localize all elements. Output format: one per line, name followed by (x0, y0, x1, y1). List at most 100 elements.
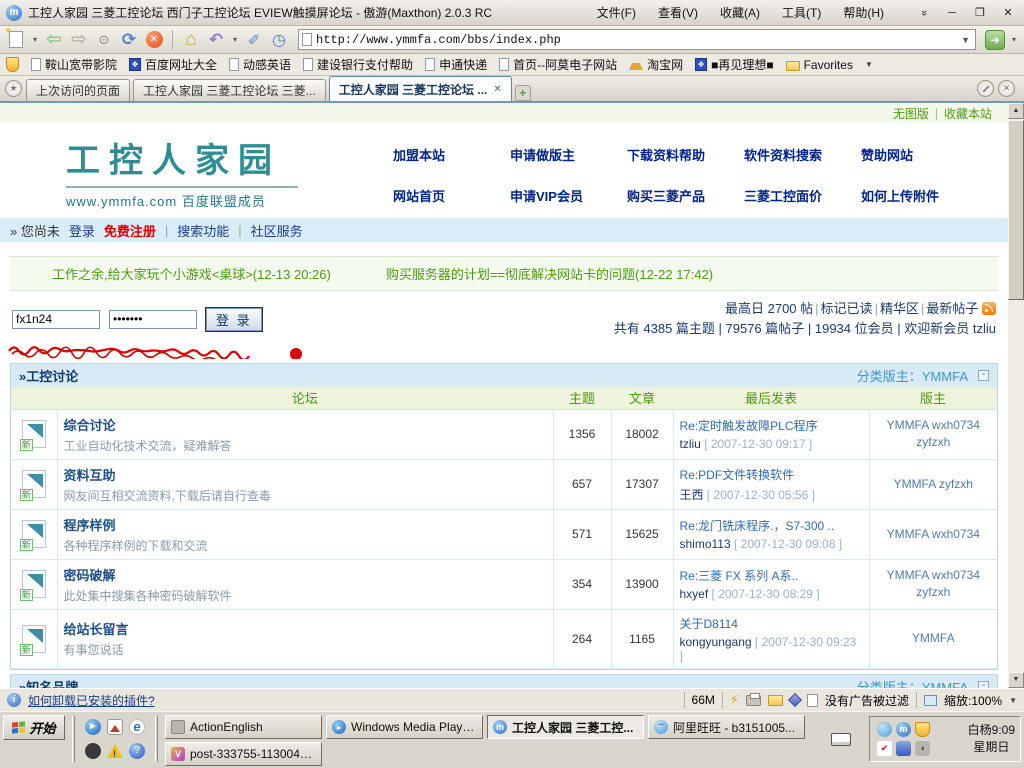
network-tray-icon[interactable] (896, 741, 911, 756)
messenger-quick-icon[interactable] (85, 743, 101, 759)
browser-tab[interactable]: 上次访问的页面 ✕ (26, 79, 130, 101)
close-tabs-icon[interactable]: ✕ (998, 80, 1015, 97)
zoom-icon[interactable] (924, 695, 937, 706)
history-dropdown-icon[interactable]: ⊙ (94, 29, 114, 51)
last-post-author[interactable]: 王西 (680, 488, 704, 502)
newest-member-link[interactable]: tzliu (973, 321, 996, 336)
search-function-link[interactable]: 搜索功能 (177, 221, 229, 240)
favorites-bar-item[interactable]: 鞍山宽带影院 (31, 56, 117, 73)
vertical-scrollbar[interactable]: ▲ ▼ (1008, 103, 1024, 688)
login-button[interactable]: 登 录 (206, 308, 262, 331)
refresh-icon[interactable]: ⟳ (119, 29, 139, 51)
forum-moderators[interactable]: YMMFA zyfzxh (869, 459, 997, 509)
plugin-diamond-icon[interactable] (788, 693, 802, 707)
tab-close-icon[interactable]: ✕ (493, 84, 501, 95)
minimize-button[interactable]: ─ (942, 5, 962, 21)
forum-link[interactable]: 资料互助 (64, 468, 116, 483)
taskbar-task-button[interactable]: Windows Media Playe... (326, 715, 483, 739)
stop-icon[interactable]: ✕ (144, 29, 164, 51)
scheduler-tray-icon[interactable]: ✔ (877, 741, 892, 756)
favorites-bar-item[interactable]: 百度网址大全 (129, 56, 217, 73)
last-post-link[interactable]: Re:定时触发故障PLC程序 (680, 417, 863, 434)
forum-link[interactable]: 程序样例 (64, 518, 116, 533)
menu-item[interactable]: 收藏(A) (720, 4, 760, 21)
favorites-star-icon[interactable]: ★ (5, 80, 22, 97)
help-quick-icon[interactable]: ? (129, 743, 145, 759)
taskbar-clock[interactable]: 白杨9:09 星期日 (968, 722, 1015, 756)
site-logo[interactable]: 工控人家园 www.ymmfa.com 百度联盟成员 (66, 133, 298, 210)
header-nav-link[interactable]: 购买三菱产品 (627, 186, 744, 205)
menu-item[interactable]: 工具(T) (782, 4, 821, 21)
maxthon-tray-icon[interactable]: m (896, 722, 911, 737)
header-nav-link[interactable]: 三菱工控面价 (744, 186, 861, 205)
zoom-dropdown-icon[interactable]: ▼ (1009, 696, 1017, 705)
close-button[interactable]: ✕ (998, 5, 1018, 21)
taskbar-task-button[interactable]: ActionEnglish (165, 715, 322, 739)
taskbar-task-button[interactable]: post-333755-1130040... (165, 742, 322, 766)
forum-link[interactable]: 给站长留言 (64, 622, 129, 637)
media-player-quick-icon[interactable]: ► (85, 719, 101, 735)
browser-tab[interactable]: 工控人家园 三菱工控论坛 三菱... ✕ (133, 79, 326, 101)
last-post-author[interactable]: tzliu (680, 437, 701, 451)
forum-moderators[interactable]: YMMFA wxh0734 zyfzxh (869, 559, 997, 609)
start-button[interactable]: 开始 (3, 715, 65, 740)
last-post-author[interactable]: kongyungang (680, 635, 752, 649)
no-image-version-link[interactable]: 无图版 (893, 105, 929, 122)
undo-dropdown-icon[interactable]: ▾ (231, 29, 239, 51)
forum-moderators[interactable]: YMMFA (869, 609, 997, 668)
username-field[interactable] (12, 310, 100, 329)
new-tab-icon[interactable] (6, 29, 26, 51)
menu-item[interactable]: 帮助(H) (843, 4, 884, 21)
password-field[interactable] (109, 310, 197, 329)
back-icon[interactable]: ⇦ (44, 29, 64, 51)
security-shield-icon[interactable] (6, 57, 19, 72)
favorites-bar-item[interactable]: 动感英语 (229, 56, 291, 73)
home-icon[interactable]: ⌂ (181, 29, 201, 51)
address-dropdown-icon[interactable]: ▼ (959, 35, 972, 45)
new-tab-dropdown-icon[interactable]: ▾ (31, 29, 39, 51)
favorites-bar-item[interactable]: 首页--阿莫电子网站 (499, 56, 617, 73)
newest-posts-link[interactable]: 最新帖子 (926, 301, 978, 316)
section-moderator-link[interactable]: 分类版主：YMMFA (857, 677, 968, 689)
last-post-link[interactable]: Re:龙门铣床程序.，S7-300 .. (680, 517, 863, 534)
header-nav-link[interactable]: 网站首页 (393, 186, 510, 205)
header-nav-link[interactable]: 软件资料搜索 (744, 145, 861, 164)
address-bar[interactable]: ▼ (298, 29, 976, 50)
scroll-up-arrow[interactable]: ▲ (1008, 103, 1024, 119)
volume-tray-icon[interactable]: ◖ (915, 741, 930, 756)
last-post-link[interactable]: Re:三菱 FX 系列 A系.. (680, 567, 863, 584)
forum-moderators[interactable]: YMMFA wxh0734 (869, 509, 997, 559)
favorites-bar-item[interactable]: Favorites (786, 58, 853, 72)
digest-link[interactable]: 精华区 (880, 301, 919, 316)
go-dropdown-icon[interactable]: ▾ (1010, 29, 1018, 51)
skin-chevron-icon[interactable]: » (914, 5, 934, 21)
undo-icon[interactable]: ↶ (206, 29, 226, 51)
header-nav-link[interactable]: 申请VIP会员 (510, 186, 627, 205)
menu-item[interactable]: 查看(V) (658, 4, 698, 21)
header-nav-link[interactable]: 加盟本站 (393, 145, 510, 164)
folder-icon[interactable] (768, 695, 783, 706)
alert-quick-icon[interactable] (107, 744, 123, 758)
mark-read-link[interactable]: 标记已读 (821, 301, 873, 316)
taskbar-task-button[interactable]: 阿里旺旺 - b3151005... (648, 715, 805, 739)
image-viewer-quick-icon[interactable] (107, 719, 123, 735)
security-tray-icon[interactable] (915, 722, 930, 737)
header-nav-link[interactable]: 下载资料帮助 (627, 145, 744, 164)
last-post-link[interactable]: 关于D8114 (680, 615, 863, 632)
last-post-author[interactable]: shimo113 (680, 537, 731, 551)
scroll-down-arrow[interactable]: ▼ (1008, 672, 1024, 688)
header-nav-link[interactable]: 如何上传附件 (861, 186, 978, 205)
new-tab-button[interactable]: + (515, 85, 531, 101)
history-clock-icon[interactable]: ◷ (269, 29, 289, 51)
language-bar[interactable] (820, 716, 862, 762)
taskbar-task-button[interactable]: 工控人家园 三菱工控... (487, 715, 644, 739)
scrollbar-thumb[interactable] (1008, 120, 1024, 300)
browser-tab[interactable]: 工控人家园 三菱工控论坛 ... ✕ (329, 76, 512, 101)
favorites-dropdown-icon[interactable]: ▼ (865, 60, 873, 69)
rss-icon[interactable] (982, 302, 996, 315)
forum-link[interactable]: 密码破解 (64, 568, 116, 583)
bookmark-site-link[interactable]: 收藏本站 (944, 105, 992, 122)
keyboard-icon[interactable] (831, 733, 851, 746)
internet-explorer-quick-icon[interactable]: e (129, 719, 145, 735)
magic-fill-icon[interactable]: ✐ (244, 29, 264, 51)
